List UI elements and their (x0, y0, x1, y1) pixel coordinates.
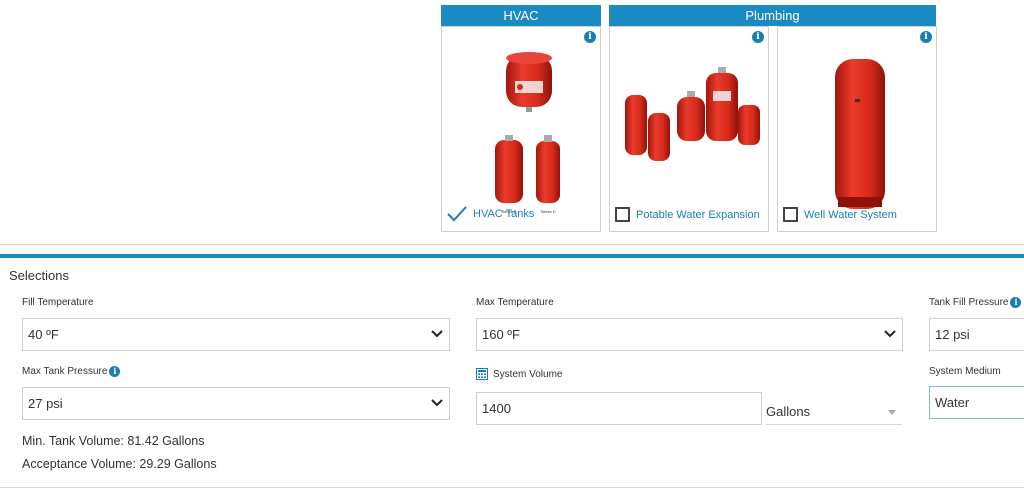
fill-temperature-value: 40 ºF (28, 327, 59, 342)
max-tank-pressure-select[interactable]: 27 psi (22, 387, 450, 420)
system-volume-input[interactable]: 1400 (476, 392, 762, 425)
potable-water-expansion-label: Potable Water Expansion (636, 208, 760, 221)
max-tank-pressure-label: Max Tank Pressure i (22, 366, 121, 377)
max-tank-pressure-value: 27 psi (28, 396, 63, 411)
potable-water-expansion-option[interactable]: Potable Water Expansion (615, 207, 760, 222)
system-medium-select[interactable]: Water (929, 386, 1024, 419)
min-tank-volume-text: Min. Tank Volume: 81.42 Gallons (22, 434, 205, 448)
info-icon[interactable]: i (1010, 297, 1022, 308)
fill-temperature-select[interactable]: 40 ºF (22, 318, 450, 351)
well-water-system-label: Well Water System (804, 208, 897, 221)
calculator-icon[interactable] (476, 368, 488, 380)
potable-water-expansion-checkbox[interactable] (615, 207, 630, 222)
info-icon[interactable]: i (920, 31, 932, 43)
divider (0, 487, 1024, 488)
product-card-hvac-tanks[interactable]: i Series B Series D HVAC Tanks (441, 26, 601, 232)
product-card-potable-water-expansion[interactable]: i Potable Water Expansion (609, 26, 769, 232)
volume-unit-value: Gallons (766, 404, 811, 419)
info-icon[interactable]: i (584, 31, 596, 43)
category-header-plumbing: Plumbing (609, 5, 936, 26)
acceptance-volume-text: Acceptance Volume: 29.29 Gallons (22, 457, 217, 471)
divider (0, 244, 1024, 245)
section-title: Selections (9, 268, 69, 283)
series-d-caption: Series D (540, 209, 555, 214)
hvac-tanks-image: Series B Series D (495, 52, 560, 214)
category-header-hvac: HVAC (441, 5, 601, 26)
hvac-tanks-option[interactable]: HVAC Tanks (447, 206, 534, 222)
volume-unit-select[interactable]: Gallons (766, 397, 902, 425)
potable-water-tanks-image (625, 67, 760, 161)
max-temperature-value: 160 ºF (482, 327, 520, 342)
tank-fill-pressure-label: Tank Fill Pressure i (929, 297, 1022, 308)
product-card-well-water-system[interactable]: i Well Water System (777, 26, 937, 232)
well-water-tank-image (835, 59, 885, 209)
tank-fill-pressure-value: 12 psi (935, 327, 970, 342)
well-water-system-checkbox[interactable] (783, 207, 798, 222)
caret-down-icon (888, 410, 896, 415)
well-water-system-option[interactable]: Well Water System (783, 207, 897, 222)
chevron-down-icon (431, 330, 443, 338)
chevron-down-icon (431, 399, 443, 407)
system-volume-label: System Volume (476, 368, 562, 380)
info-icon[interactable]: i (109, 366, 121, 377)
system-volume-value: 1400 (482, 401, 511, 416)
tank-fill-pressure-select[interactable]: 12 psi (929, 318, 1024, 351)
checkmark-icon (447, 206, 467, 222)
hvac-tanks-label: HVAC Tanks (473, 208, 535, 220)
info-icon[interactable]: i (752, 31, 764, 43)
max-temperature-label: Max Temperature (476, 297, 554, 308)
system-medium-value: Water (935, 395, 970, 410)
chevron-down-icon (884, 330, 896, 338)
section-accent-bar (0, 254, 1024, 258)
max-temperature-select[interactable]: 160 ºF (476, 318, 903, 351)
system-medium-label: System Medium (929, 366, 1001, 377)
fill-temperature-label: Fill Temperature (22, 297, 94, 308)
